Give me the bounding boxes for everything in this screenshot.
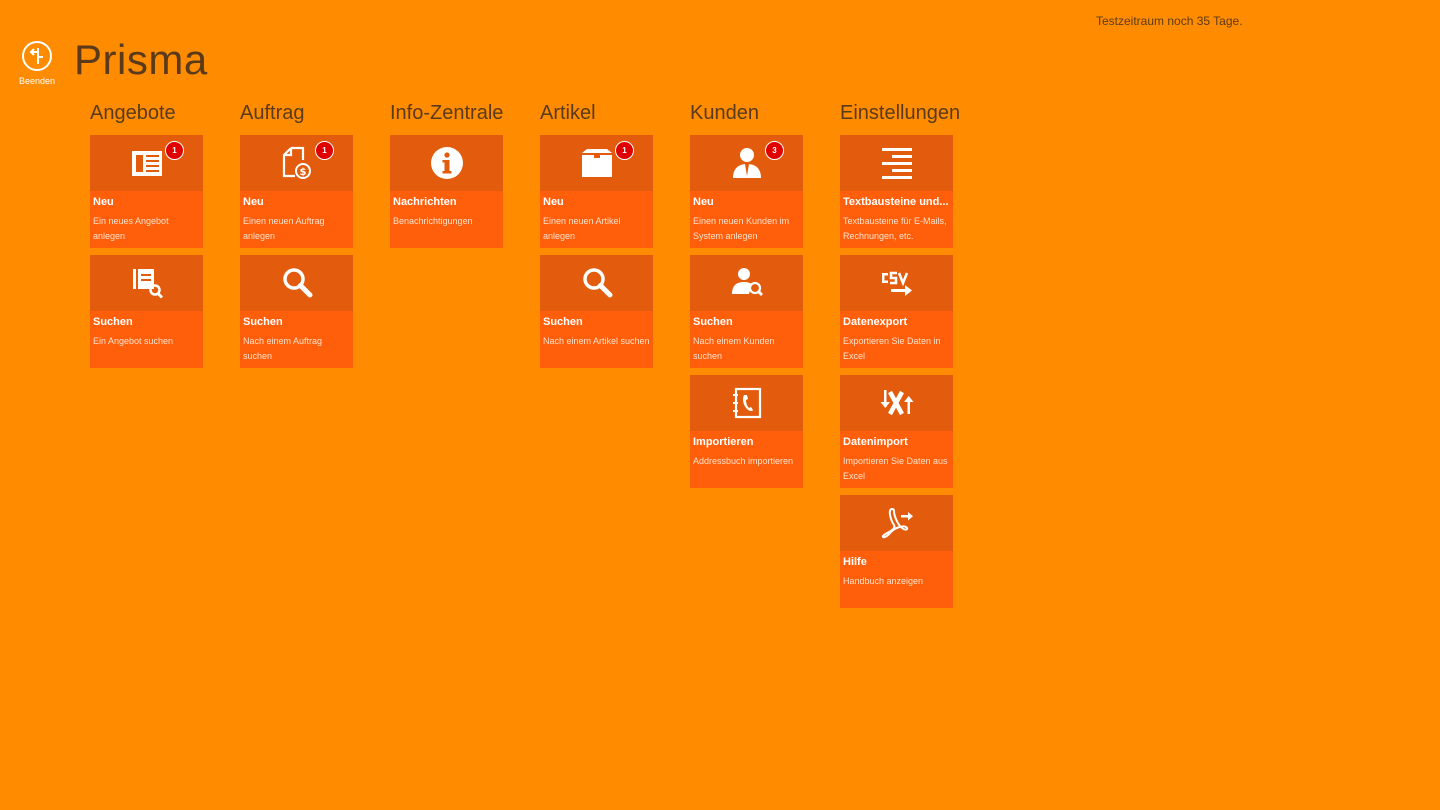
search-customer-icon: [731, 268, 763, 297]
notification-badge: 1: [165, 141, 184, 160]
tile-data-export[interactable]: Datenexport Exportieren Sie Daten in Exc…: [840, 255, 953, 368]
tile-search-customer[interactable]: Suchen Nach einem Kunden suchen: [690, 255, 803, 368]
group-auftrag: Auftrag $ Neu Einen neuen Auftrag anlege…: [240, 100, 380, 375]
svg-text:$: $: [299, 167, 306, 178]
search-offer-icon: [132, 269, 163, 299]
tile-title: Nachrichten: [393, 196, 457, 208]
tile-title: Suchen: [543, 316, 583, 328]
new-order-icon: $: [282, 146, 311, 179]
tile-data-import[interactable]: Datenimport Importieren Sie Daten aus Ex…: [840, 375, 953, 488]
tile-description: Textbausteine für E-Mails, Rechnungen, e…: [843, 216, 947, 241]
tile-description: Importieren Sie Daten aus Excel: [843, 456, 948, 481]
tile-title: Suchen: [693, 316, 733, 328]
search-icon: [282, 268, 312, 298]
tile-title: Suchen: [93, 316, 133, 328]
tile-description: Einen neuen Auftrag anlegen: [243, 216, 325, 241]
tile-description: Exportieren Sie Daten in Excel: [843, 336, 941, 361]
trial-period-text: Testzeitraum noch 35 Tage.: [1096, 14, 1243, 28]
tile-description: Addressbuch importieren: [693, 456, 794, 466]
group-einstellungen: Einstellungen Textbausteine und... Textb…: [840, 100, 980, 615]
tile-title: Neu: [543, 196, 564, 208]
info-icon: [430, 147, 463, 179]
group-title: Artikel: [540, 102, 596, 124]
addressbook-icon: [732, 387, 761, 419]
exit-label: Beenden: [18, 76, 56, 86]
tile-title: Hilfe: [843, 556, 867, 568]
tile-new-offer[interactable]: Neu Ein neues Angebot anlegen 1: [90, 135, 203, 248]
tile-title: Suchen: [243, 316, 283, 328]
tile-description: Einen neuen Artikel anlegen: [543, 216, 621, 241]
group-title: Auftrag: [240, 102, 305, 124]
group-title: Angebote: [90, 102, 176, 124]
group-artikel: Artikel Neu Einen neuen Artikel anlegen …: [540, 100, 680, 375]
new-offer-icon: [131, 151, 162, 176]
tile-search-order[interactable]: Suchen Nach einem Auftrag suchen: [240, 255, 353, 368]
app-title: Prisma: [74, 36, 208, 83]
tile-description: Einen neuen Kunden im System anlegen: [693, 216, 790, 241]
notification-badge: 1: [615, 141, 634, 160]
tile-search-article[interactable]: Suchen Nach einem Artikel suchen: [540, 255, 653, 368]
exit-button[interactable]: Beenden: [16, 40, 58, 86]
tile-title: Neu: [243, 196, 264, 208]
customer-icon: [732, 148, 761, 178]
tile-messages[interactable]: Nachrichten Benachrichtigungen: [390, 135, 503, 248]
tile-new-customer[interactable]: Neu Einen neuen Kunden im System anlegen…: [690, 135, 803, 248]
tile-new-order[interactable]: $ Neu Einen neuen Auftrag anlegen 1: [240, 135, 353, 248]
group-info-zentrale: Info-Zentrale Nachrichten Benachrichtigu…: [390, 100, 530, 255]
group-kunden: Kunden Neu Einen neuen Kunden im System …: [690, 100, 830, 495]
tile-description: Handbuch anzeigen: [843, 576, 924, 586]
tile-title: Datenimport: [843, 436, 908, 448]
tile-new-article[interactable]: Neu Einen neuen Artikel anlegen 1: [540, 135, 653, 248]
tile-search-offer[interactable]: Suchen Ein Angebot suchen: [90, 255, 203, 368]
tile-description: Nach einem Artikel suchen: [543, 336, 650, 346]
notification-badge: 3: [765, 141, 784, 160]
pdf-icon: [881, 507, 913, 539]
group-title: Info-Zentrale: [390, 102, 504, 124]
tile-title: Neu: [693, 196, 714, 208]
box-icon: [581, 149, 612, 177]
tile-text-modules[interactable]: Textbausteine und... Textbausteine für E…: [840, 135, 953, 248]
group-title: Einstellungen: [840, 102, 961, 124]
tile-description: Nach einem Auftrag suchen: [243, 336, 323, 361]
tile-import-addressbook[interactable]: Importieren Addressbuch importieren: [690, 375, 803, 488]
tile-description: Benachrichtigungen: [393, 216, 473, 226]
tile-description: Ein Angebot suchen: [93, 336, 174, 346]
text-lines-icon: [881, 148, 912, 179]
tile-title: Importieren: [693, 436, 754, 448]
excel-import-icon: [880, 390, 913, 416]
search-icon: [582, 268, 612, 298]
tile-title: Datenexport: [843, 316, 908, 328]
group-title: Kunden: [690, 102, 759, 124]
tile-title: Neu: [93, 196, 114, 208]
tile-description: Ein neues Angebot anlegen: [93, 216, 169, 241]
exit-icon: [22, 41, 52, 71]
group-angebote: Angebote Neu Ein neues Angebot anlegen 1: [90, 100, 230, 375]
tile-help[interactable]: Hilfe Handbuch anzeigen: [840, 495, 953, 608]
tile-title: Textbausteine und...: [843, 196, 949, 208]
csv-export-icon: [881, 271, 912, 296]
tile-description: Nach einem Kunden suchen: [693, 336, 775, 361]
notification-badge: 1: [315, 141, 334, 160]
